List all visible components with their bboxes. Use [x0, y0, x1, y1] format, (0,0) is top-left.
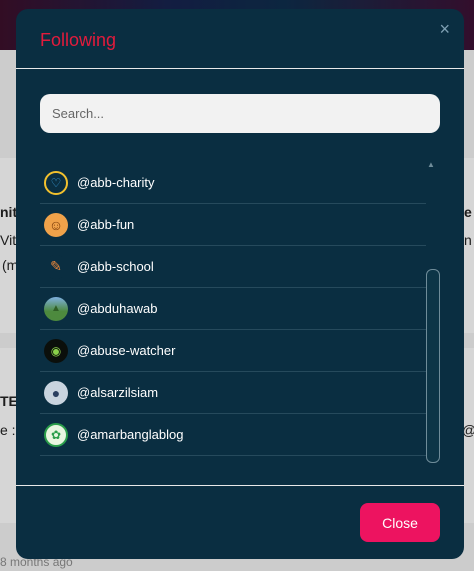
list-item[interactable]: ✿ @amarbanglablog: [40, 414, 426, 456]
avatar-icon: ♡: [50, 175, 62, 190]
modal-header: Following ×: [16, 9, 464, 69]
list-item[interactable]: ☺ @abb-fun: [40, 204, 426, 246]
avatar: ☺: [44, 212, 68, 237]
list-item[interactable]: ✎ @abb-school: [40, 246, 426, 288]
search-box: [40, 94, 440, 133]
close-icon[interactable]: ×: [439, 19, 450, 40]
avatar-icon: ☺: [48, 216, 64, 233]
following-modal: Following × ♡ @abb-charity ☺ @abb-fun ✎ …: [16, 9, 464, 559]
modal-title: Following: [40, 30, 117, 50]
list-item-handle: @abb-school: [77, 259, 154, 274]
list-item-handle: @alsarzilsiam: [77, 385, 159, 400]
avatar: ◉: [44, 338, 68, 363]
avatar: ✎: [44, 254, 68, 279]
close-button[interactable]: Close: [360, 503, 440, 542]
list-item[interactable]: ◉ @abuse-watcher: [40, 330, 426, 372]
scroll-up-icon[interactable]: ▲: [427, 160, 435, 169]
avatar: ♡: [44, 170, 68, 195]
footer-divider: [16, 485, 464, 486]
avatar-icon: ✎: [50, 258, 62, 274]
list-item-handle: @amarbanglablog: [77, 427, 184, 442]
list-item[interactable]: ● @alsarzilsiam: [40, 372, 426, 414]
avatar: ✿: [44, 422, 68, 447]
following-list: ♡ @abb-charity ☺ @abb-fun ✎ @abb-school …: [40, 162, 426, 457]
list-item-handle: @abuse-watcher: [77, 343, 176, 358]
scrollbar-thumb[interactable]: [426, 269, 440, 463]
list-item-handle: @abb-fun: [77, 217, 135, 232]
avatar-icon: ●: [51, 384, 61, 401]
avatar-icon: ▲: [51, 303, 61, 314]
list-item-handle: @abb-charity: [77, 175, 155, 190]
avatar-icon: ◉: [50, 343, 62, 358]
search-input[interactable]: [40, 94, 440, 133]
list-item-handle: @abduhawab: [77, 301, 158, 316]
avatar: ●: [44, 380, 68, 405]
avatar: ▲: [44, 296, 68, 321]
avatar-icon: ✿: [50, 427, 62, 442]
list-item[interactable]: ▲ @abduhawab: [40, 288, 426, 330]
list-item[interactable]: ♡ @abb-charity: [40, 162, 426, 204]
